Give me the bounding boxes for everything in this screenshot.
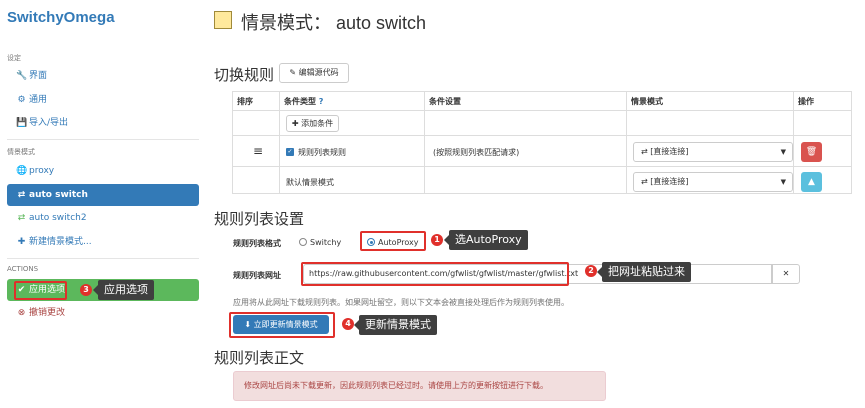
floppy-icon: 💾 (16, 118, 28, 128)
switch-arrows-icon: ⇄ (641, 177, 648, 186)
delete-rule-button[interactable]: 🗑 (801, 142, 822, 162)
callout-url: 把网址粘贴过来 (597, 262, 691, 282)
callout-number-1: 1 (431, 234, 443, 246)
switch-rules-heading: 切换规则 (214, 67, 275, 84)
url-help-text: 应用将从此网址下载规则列表。如果网址留空，则以下文本会被直接处理后作为规则列表使… (233, 298, 569, 307)
callout-number-2: 2 (585, 265, 597, 277)
sidebar-item-new-profile[interactable]: ✚ 新建情景模式... (7, 231, 199, 253)
sidebar-divider (7, 258, 199, 259)
callout-number-3: 3 (80, 284, 92, 296)
settings-heading: 设定 (7, 54, 21, 62)
gear-icon: ⚙ (17, 95, 26, 105)
cancel-circle-icon: ⊗ (17, 308, 26, 318)
column-header: 条件类型 ? (279, 91, 425, 111)
plus-icon: ✚ (291, 119, 299, 128)
highlight-apply (14, 281, 67, 300)
sidebar-item-label: 导入/导出 (29, 118, 69, 128)
outdated-alert: 修改网址后尚未下载更新，因此规则列表已经过时。请使用上方的更新按钮进行下载。 (233, 371, 606, 401)
highlight-autoproxy (360, 231, 426, 251)
edit-source-button[interactable]: ✎ 编辑源代码 (279, 63, 349, 83)
globe-icon: 🌐 (16, 166, 28, 176)
format-label: 规则列表格式 (233, 239, 281, 248)
sidebar-divider (7, 139, 199, 140)
sidebar-item-proxy[interactable]: 🌐 proxy (7, 160, 199, 182)
column-header: 情景模式 (626, 91, 794, 111)
highlight-update (229, 312, 335, 338)
callout-apply: 应用选项 (93, 280, 154, 300)
highlight-url (301, 262, 569, 286)
page-title: 情景模式： auto switch (241, 13, 427, 33)
url-label: 规则列表网址 (233, 271, 281, 280)
profiles-heading: 情景模式 (7, 148, 35, 156)
callout-update: 更新情景模式 (354, 315, 437, 335)
sidebar-item-import-export[interactable]: 💾 导入/导出 (7, 112, 199, 134)
condition-value: (按照规则列表匹配请求) (433, 148, 520, 157)
wrench-icon: 🔧 (16, 71, 28, 81)
arrow-up-icon: ▲ (808, 177, 815, 187)
actions-heading: ACTIONS (7, 265, 39, 273)
sidebar-item-label: 通用 (29, 95, 48, 105)
sidebar-item-label: proxy (29, 166, 55, 176)
sidebar-item-interface[interactable]: 🔧 界面 (7, 65, 199, 87)
default-profile-value: [直接连接] (650, 177, 689, 186)
add-condition-label: 添加条件 (301, 119, 334, 128)
column-header: 排序 (232, 91, 280, 111)
sidebar-item-auto-switch[interactable]: ⇄ auto switch (7, 184, 199, 206)
discard-changes-label: 撤销更改 (29, 308, 66, 318)
help-icon[interactable]: ? (319, 97, 324, 106)
switch-arrows-icon: ⇄ (17, 190, 26, 200)
sidebar-item-label: auto switch (29, 190, 88, 200)
rule-profile-select[interactable]: ⇄ [直接连接] ▼ (633, 142, 793, 162)
sidebar-item-label: 新建情景模式... (29, 237, 92, 247)
switch-arrows-icon: ⇄ (641, 147, 648, 156)
radio-icon (299, 238, 307, 246)
chevron-down-icon: ▼ (780, 178, 786, 186)
profile-color-swatch[interactable] (214, 11, 232, 29)
discard-changes-button[interactable]: ⊗ 撤销更改 (7, 302, 199, 324)
default-profile-label: 默认情景模式 (286, 178, 334, 187)
rule-list-heading: 规则列表设置 (214, 211, 305, 228)
drag-handle-icon[interactable]: ≡ (253, 144, 263, 158)
add-condition-button[interactable]: ✚ 添加条件 (286, 115, 339, 132)
trash-icon: 🗑 (805, 147, 818, 157)
column-header: 操作 (793, 91, 852, 111)
rule-checkbox[interactable]: ✓ (286, 148, 294, 156)
edit-icon: ✎ (289, 68, 297, 77)
default-profile-select[interactable]: ⇄ [直接连接] ▼ (633, 172, 793, 192)
sidebar: SwitchyOmega 设定 🔧 界面 ⚙ 通用 💾 导入/导出 情景模式 🌐 pro… (0, 0, 205, 408)
rule-profile-value: [直接连接] (650, 147, 689, 156)
clear-url-button[interactable]: ✕ (772, 264, 800, 284)
chevron-down-icon: ▼ (780, 148, 786, 156)
move-up-button[interactable]: ▲ (801, 172, 822, 192)
callout-autoproxy: 选AutoProxy (444, 230, 528, 250)
table-header-row: 排序 条件类型 ? 条件设置 情景模式 操作 (232, 91, 852, 111)
sidebar-item-general[interactable]: ⚙ 通用 (7, 89, 199, 111)
sidebar-item-auto-switch2[interactable]: ⇄ auto switch2 (7, 207, 199, 229)
callout-number-4: 4 (342, 318, 354, 330)
rule-text-heading: 规则列表正文 (214, 350, 305, 367)
switch-arrows-icon: ⇄ (17, 213, 26, 223)
sidebar-item-label: 界面 (29, 71, 48, 81)
plus-icon: ✚ (17, 237, 26, 247)
condition-type: 规则列表规则 (298, 148, 346, 157)
format-option-switchy[interactable]: Switchy (299, 238, 341, 247)
brand-title: SwitchyOmega (7, 9, 115, 26)
close-icon: ✕ (782, 269, 790, 278)
column-header: 条件设置 (424, 91, 627, 111)
edit-source-label: 编辑源代码 (298, 68, 339, 77)
sidebar-item-label: auto switch2 (29, 213, 87, 223)
